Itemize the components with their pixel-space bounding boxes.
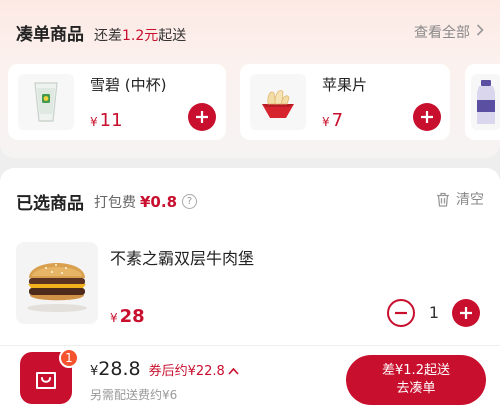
delivery-fee-note: 另需配送费约¥6 xyxy=(90,388,178,402)
price-value: 28 xyxy=(119,306,145,327)
addon-product-name: 雪碧 (中杯) xyxy=(90,76,167,94)
cta-line-2: 去凑单 xyxy=(396,381,436,396)
total-price: ¥ 28.8 券后约¥22.8 xyxy=(90,358,239,380)
addon-title: 凑单商品 xyxy=(16,25,84,45)
selected-item-price: ¥28 xyxy=(110,306,145,327)
shopping-bag-icon xyxy=(36,372,56,389)
packing-fee-value: ¥0.8 xyxy=(140,192,178,211)
plus-icon xyxy=(421,111,433,123)
cta-line-1: 差¥1.2起送 xyxy=(382,363,450,378)
selected-header: 已选商品 打包费 ¥0.8 ? xyxy=(16,189,198,214)
currency-symbol: ¥ xyxy=(90,115,98,129)
bottle-image xyxy=(471,74,500,130)
addon-header: 凑单商品 还差1.2元起送 xyxy=(16,20,186,45)
apple-slices-image xyxy=(250,74,306,130)
addon-section: 凑单商品 还差1.2元起送 查看全部 雪碧 (中杯) ¥11 苹果片 ¥ 7 xyxy=(0,0,500,158)
quantity-value: 1 xyxy=(428,303,440,322)
add-button[interactable] xyxy=(188,103,216,131)
sprite-cup-image xyxy=(18,74,74,130)
addon-sub-suffix: 起送 xyxy=(158,28,187,44)
plus-icon xyxy=(196,111,208,123)
total-currency: ¥ xyxy=(90,364,99,379)
currency-symbol: ¥ xyxy=(110,311,118,325)
checkout-bar: 1 ¥ 28.8 券后约¥22.8 另需配送费约¥6 差¥1.2起送 去凑单 xyxy=(0,346,500,411)
add-more-button[interactable]: 差¥1.2起送 去凑单 xyxy=(346,355,486,405)
addon-product-card[interactable]: 雪碧 (中杯) ¥11 xyxy=(8,64,226,140)
decrease-quantity-button[interactable] xyxy=(387,299,415,327)
addon-subtitle: 还差1.2元起送 xyxy=(94,25,186,45)
help-icon[interactable]: ? xyxy=(182,194,198,209)
addon-product-card[interactable] xyxy=(465,64,500,140)
minus-icon xyxy=(395,311,407,315)
view-all-label: 查看全部 xyxy=(414,25,470,41)
packing-fee-label: 打包费 xyxy=(94,194,136,211)
clear-button[interactable]: 清空 xyxy=(436,189,484,209)
increase-quantity-button[interactable] xyxy=(452,299,480,327)
cart-count-badge: 1 xyxy=(59,348,79,368)
trash-icon xyxy=(437,192,449,207)
burger-image xyxy=(16,242,98,324)
coupon-price[interactable]: 券后约¥22.8 xyxy=(149,360,225,379)
addon-sub-prefix: 还差 xyxy=(94,28,122,44)
addon-sub-unit: 元 xyxy=(144,28,159,44)
plus-icon xyxy=(460,307,472,319)
view-all-link[interactable]: 查看全部 xyxy=(414,22,484,42)
chevron-up-icon[interactable] xyxy=(228,364,239,378)
price-value: 11 xyxy=(99,110,123,131)
addon-sub-amount: 1.2 xyxy=(122,28,145,44)
addon-product-card[interactable]: 苹果片 ¥7 xyxy=(240,64,450,140)
addon-product-price: ¥11 xyxy=(90,110,123,131)
total-value: 28.8 xyxy=(98,358,141,380)
selected-item-name: 不素之霸双层牛肉堡 xyxy=(110,249,255,268)
add-button[interactable] xyxy=(413,103,441,131)
currency-symbol: ¥ xyxy=(322,115,330,129)
clear-label: 清空 xyxy=(456,192,484,208)
addon-product-price: ¥7 xyxy=(322,110,343,131)
price-value: 7 xyxy=(331,110,344,131)
selected-title: 已选商品 xyxy=(16,194,84,214)
addon-product-name: 苹果片 xyxy=(322,76,368,94)
chevron-right-icon xyxy=(476,24,484,40)
